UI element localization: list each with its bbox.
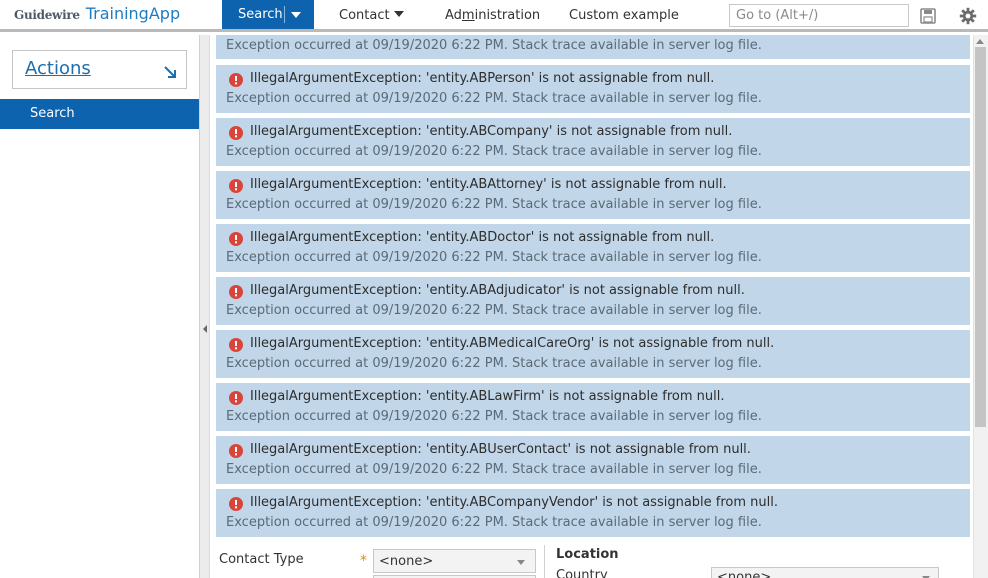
chevron-down-icon[interactable]: [394, 11, 404, 17]
error-icon: [229, 444, 243, 458]
sidebar-item-search[interactable]: Search: [0, 99, 199, 129]
goto-box[interactable]: [729, 4, 909, 27]
error-message: IllegalArgumentException: 'entity.ABComp…: [216, 118, 970, 166]
chevron-down-icon: [517, 560, 525, 565]
location-heading: Location: [556, 547, 619, 562]
sidebar: Actions Search: [0, 35, 200, 578]
tab-admin-text: inistration: [474, 8, 541, 23]
error-detail: Exception occurred at 09/19/2020 6:22 PM…: [226, 409, 762, 424]
tab-administration[interactable]: Administration: [445, 8, 540, 23]
error-detail: Exception occurred at 09/19/2020 6:22 PM…: [226, 144, 762, 159]
error-message: IllegalArgumentException: 'entity.ABAtto…: [216, 171, 970, 219]
save-icon[interactable]: [920, 8, 936, 24]
error-message: IllegalArgumentException: 'entity.ABDoct…: [216, 224, 970, 272]
sidebar-item-label: Search: [30, 106, 75, 121]
error-icon: [229, 391, 243, 405]
error-title: IllegalArgumentException: 'entity.ABAtto…: [250, 177, 727, 192]
error-title: IllegalArgumentException: 'entity.ABComp…: [250, 495, 779, 510]
error-icon: [229, 179, 243, 193]
error-icon: [229, 338, 243, 352]
brand-company: Guidewire: [14, 8, 80, 22]
error-title: IllegalArgumentException: 'entity.ABAdju…: [250, 283, 745, 298]
error-title: IllegalArgumentException: 'entity.ABDoct…: [250, 230, 715, 245]
required-marker: *: [360, 553, 367, 569]
error-detail: Exception occurred at 09/19/2020 6:22 PM…: [226, 515, 762, 530]
tab-search[interactable]: Search: [222, 0, 314, 29]
error-title: IllegalArgumentException: 'entity.ABUser…: [250, 442, 751, 457]
error-detail: Exception occurred at 09/19/2020 6:22 PM…: [226, 303, 762, 318]
contact-type-select[interactable]: <none>: [373, 549, 536, 573]
chevron-down-icon[interactable]: [291, 12, 301, 18]
error-icon: [229, 497, 243, 511]
country-select[interactable]: <none>: [711, 567, 939, 578]
error-message: IllegalArgumentException: 'entity.ABUser…: [216, 436, 970, 484]
gear-icon[interactable]: [959, 7, 977, 25]
error-message: IllegalArgumentException: 'entity.ABPers…: [216, 65, 970, 113]
error-message: IllegalArgumentException: 'entity.ABLawF…: [216, 383, 970, 431]
error-icon: [229, 126, 243, 140]
error-icon: [229, 232, 243, 246]
tab-admin-text: Ad: [445, 8, 462, 23]
error-message: IllegalArgumentException: 'entity.ABComp…: [216, 489, 970, 537]
arrow-down-right-icon: [164, 66, 176, 78]
tab-contact[interactable]: Contact: [339, 8, 390, 23]
error-detail: Exception occurred at 09/19/2020 6:22 PM…: [226, 462, 762, 477]
error-title: IllegalArgumentException: 'entity.ABMedi…: [250, 336, 775, 351]
scroll-up-icon[interactable]: [976, 39, 984, 44]
error-detail: Exception occurred at 09/19/2020 6:22 PM…: [226, 38, 762, 53]
actions-button[interactable]: Actions: [12, 50, 187, 89]
scrollbar-thumb[interactable]: [975, 47, 986, 427]
brand-logo[interactable]: Guidewire TrainingApp: [14, 4, 180, 28]
goto-input[interactable]: [730, 5, 908, 26]
error-message-partial: Exception occurred at 09/19/2020 6:22 PM…: [216, 35, 970, 59]
tab-search-label: Search: [238, 7, 283, 22]
country-label: Country: [556, 568, 608, 578]
error-detail: Exception occurred at 09/19/2020 6:22 PM…: [226, 250, 762, 265]
main-panel: Exception occurred at 09/19/2020 6:22 PM…: [210, 35, 973, 578]
tab-custom-example[interactable]: Custom example: [569, 8, 679, 23]
country-value: <none>: [717, 570, 772, 578]
error-detail: Exception occurred at 09/19/2020 6:22 PM…: [226, 197, 762, 212]
error-title: IllegalArgumentException: 'entity.ABComp…: [250, 124, 733, 139]
form-divider: [544, 545, 545, 578]
error-message: IllegalArgumentException: 'entity.ABMedi…: [216, 330, 970, 378]
error-title: IllegalArgumentException: 'entity.ABLawF…: [250, 389, 725, 404]
actions-label: Actions: [25, 58, 91, 79]
contact-type-value: <none>: [379, 554, 434, 569]
error-message: IllegalArgumentException: 'entity.ABAdju…: [216, 277, 970, 325]
tab-divider: [284, 6, 285, 23]
tab-admin-hotkey: m: [461, 8, 475, 23]
error-icon: [229, 285, 243, 299]
top-bar: Guidewire TrainingApp Search Contact Adm…: [0, 0, 988, 32]
error-title: IllegalArgumentException: 'entity.ABPers…: [250, 71, 715, 86]
error-detail: Exception occurred at 09/19/2020 6:22 PM…: [226, 91, 762, 106]
error-detail: Exception occurred at 09/19/2020 6:22 PM…: [226, 356, 762, 371]
collapse-left-icon[interactable]: [201, 318, 209, 340]
error-icon: [229, 73, 243, 87]
brand-app-name: TrainingApp: [85, 4, 181, 23]
contact-type-label: Contact Type: [219, 552, 304, 567]
panel-splitter[interactable]: [200, 35, 210, 578]
